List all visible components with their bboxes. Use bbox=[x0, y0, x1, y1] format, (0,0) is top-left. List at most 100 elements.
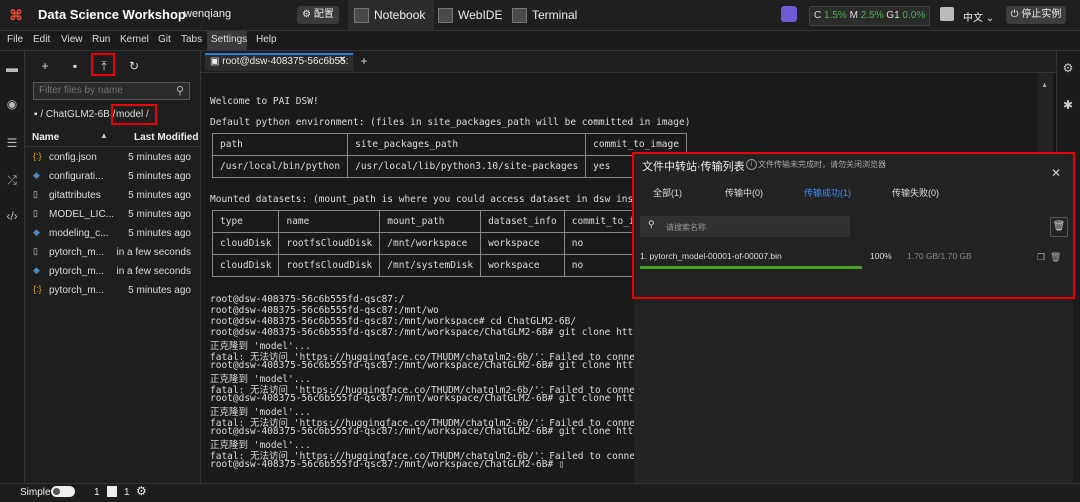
new-folder-button[interactable]: ▪ bbox=[67, 58, 83, 74]
table-cell: /usr/local/bin/python bbox=[211, 155, 349, 178]
breadcrumb[interactable]: ▪ / ChatGLM2-6B / bbox=[34, 109, 115, 120]
sort-up-icon[interactable]: ▲ bbox=[100, 131, 108, 140]
notebook-icon bbox=[354, 8, 369, 24]
folder-icon[interactable]: ▬ bbox=[4, 60, 20, 76]
delete-all-button[interactable]: 🗑 bbox=[1050, 217, 1068, 237]
tab-webide-label: WebIDE bbox=[458, 8, 503, 22]
column-last-modified[interactable]: Last Modified bbox=[134, 132, 198, 143]
resource-monitor[interactable]: C 1.5% M 2.5% G1 0.0% bbox=[809, 6, 930, 26]
search-placeholder: 请搜索名称 bbox=[666, 223, 706, 232]
tab-webide[interactable]: WebIDE bbox=[434, 0, 506, 30]
file-row[interactable]: ▯ gitattributes 5 minutes ago bbox=[25, 186, 200, 205]
mem-value: 2.5% bbox=[860, 10, 884, 21]
file-name: pytorch_m... bbox=[49, 247, 105, 258]
stop-instance-label: 停止实例 bbox=[1021, 9, 1062, 20]
table-row: cloudDisk rootfsCloudDisk /mnt/workspace… bbox=[211, 232, 655, 255]
avatar[interactable] bbox=[940, 7, 954, 21]
menu-settings[interactable]: Settings bbox=[211, 34, 247, 45]
python-icon: ◆ bbox=[33, 227, 40, 237]
simple-mode-label: Simple bbox=[20, 487, 51, 498]
table-header: mount_path bbox=[379, 210, 482, 233]
table-cell: /mnt/workspace bbox=[379, 232, 482, 255]
menu-kernel[interactable]: Kernel bbox=[120, 34, 149, 45]
file-name: MODEL_LIC... bbox=[49, 209, 115, 220]
gear-icon[interactable]: ⚙ bbox=[136, 484, 147, 498]
debugger-icon[interactable]: ✱ bbox=[1061, 98, 1075, 112]
menu-git[interactable]: Git bbox=[158, 34, 171, 45]
close-icon[interactable]: ✕ bbox=[338, 55, 346, 66]
mem-label: M bbox=[849, 10, 858, 21]
file-row[interactable]: ◆ pytorch_m... in a few seconds bbox=[25, 262, 200, 281]
table-cell: rootfsCloudDisk bbox=[278, 232, 381, 255]
language-select[interactable]: 中文 ⌄ bbox=[963, 9, 994, 24]
user-name: wenqiang bbox=[184, 8, 232, 20]
table-cell: workspace bbox=[480, 232, 565, 255]
terminal-line: root@dsw-408375-56c6b555fd-qsc87:/mnt/wo… bbox=[210, 459, 565, 470]
terminal-line: root@dsw-408375-56c6b555fd-qsc87:/mnt/wo… bbox=[210, 360, 668, 371]
status-bar bbox=[0, 483, 1080, 502]
file-row[interactable]: ◆ modeling_c... 5 minutes ago bbox=[25, 224, 200, 243]
menu-run[interactable]: Run bbox=[92, 34, 110, 45]
property-inspector-icon[interactable]: ⚙ bbox=[1061, 61, 1075, 75]
filter-input[interactable] bbox=[33, 82, 190, 100]
search-icon: ⚲ bbox=[648, 219, 655, 229]
column-name[interactable]: Name bbox=[32, 132, 59, 143]
terminal-line: root@dsw-408375-56c6b555fd-qsc87:/mnt/wo… bbox=[210, 316, 577, 327]
stop-instance-button[interactable]: ⏻ 停止实例 bbox=[1006, 6, 1066, 24]
tab-terminal[interactable]: Terminal bbox=[508, 0, 584, 30]
new-file-button[interactable]: + bbox=[37, 58, 53, 74]
close-icon[interactable]: ✕ bbox=[1051, 166, 1061, 180]
env-table: path site_packages_path commit_to_image … bbox=[211, 133, 687, 178]
breadcrumb-current[interactable]: model / bbox=[116, 109, 149, 120]
add-tab-button[interactable]: + bbox=[357, 53, 371, 69]
table-row: /usr/local/bin/python /usr/local/lib/pyt… bbox=[211, 155, 687, 178]
copy-icon[interactable]: ❐ bbox=[1037, 252, 1045, 263]
table-header: path bbox=[211, 133, 349, 156]
gpu-value: 0.0% bbox=[902, 10, 926, 21]
tab-in-progress[interactable]: 传输中(0) bbox=[725, 186, 763, 199]
file-row[interactable]: {:} pytorch_m... 5 minutes ago bbox=[25, 281, 200, 300]
table-row: type name mount_path dataset_info commit… bbox=[211, 210, 655, 233]
code-icon[interactable]: ‹/› bbox=[4, 208, 20, 224]
terminal-line: root@dsw-408375-56c6b555fd-qsc87:/ bbox=[210, 294, 405, 305]
language-label: 中文 bbox=[963, 13, 983, 24]
menu-view[interactable]: View bbox=[61, 34, 83, 45]
file-time: in a few seconds bbox=[116, 247, 192, 258]
file-time: 5 minutes ago bbox=[128, 171, 191, 182]
cpu-label: C bbox=[814, 10, 822, 21]
stop-circle-icon[interactable]: ◉ bbox=[4, 96, 20, 112]
table-cell: workspace bbox=[480, 254, 565, 277]
menu-help[interactable]: Help bbox=[256, 34, 277, 45]
config-button[interactable]: ⚙ 配置 bbox=[297, 6, 339, 24]
scroll-up-icon[interactable]: ▲ bbox=[1041, 82, 1048, 89]
menu-file[interactable]: File bbox=[7, 34, 23, 45]
trash-icon[interactable]: 🗑 bbox=[1050, 252, 1061, 263]
terminal-welcome: Welcome to PAI DSW! bbox=[210, 96, 319, 107]
refresh-button[interactable]: ↻ bbox=[126, 58, 142, 74]
list-icon[interactable]: ☰ bbox=[4, 135, 20, 151]
python-icon: ◆ bbox=[33, 265, 40, 275]
tab-failed[interactable]: 传输失败(0) bbox=[892, 186, 939, 199]
file-name: config.json bbox=[49, 152, 97, 163]
terminal-tab[interactable]: ▣ root@dsw-408375-56c6b55: bbox=[205, 53, 353, 71]
file-time: 5 minutes ago bbox=[128, 152, 191, 163]
file-row[interactable]: ▯ pytorch_m... in a few seconds bbox=[25, 243, 200, 262]
shuffle-icon[interactable]: ⤮ bbox=[4, 172, 20, 188]
transfer-percent: 100% bbox=[870, 251, 892, 261]
json-icon: {:} bbox=[33, 284, 42, 294]
gpu-label: G1 bbox=[886, 10, 900, 21]
resource-icon[interactable] bbox=[781, 6, 797, 22]
tab-success[interactable]: 传输成功(1) bbox=[804, 186, 851, 199]
toggle-knob bbox=[53, 488, 60, 495]
menu-tabs[interactable]: Tabs bbox=[181, 34, 202, 45]
menu-edit[interactable]: Edit bbox=[33, 34, 50, 45]
table-header: type bbox=[211, 210, 280, 233]
file-row[interactable]: {:} config.json 5 minutes ago bbox=[25, 148, 200, 167]
file-row[interactable]: ▯ MODEL_LIC... 5 minutes ago bbox=[25, 205, 200, 224]
file-row[interactable]: ◆ configurati... 5 minutes ago bbox=[25, 167, 200, 186]
file-time: 5 minutes ago bbox=[128, 190, 191, 201]
tab-notebook[interactable]: Notebook bbox=[348, 0, 434, 30]
python-icon: ◆ bbox=[33, 170, 40, 180]
tab-all[interactable]: 全部(1) bbox=[653, 186, 682, 199]
file-icon: ▯ bbox=[33, 208, 38, 218]
